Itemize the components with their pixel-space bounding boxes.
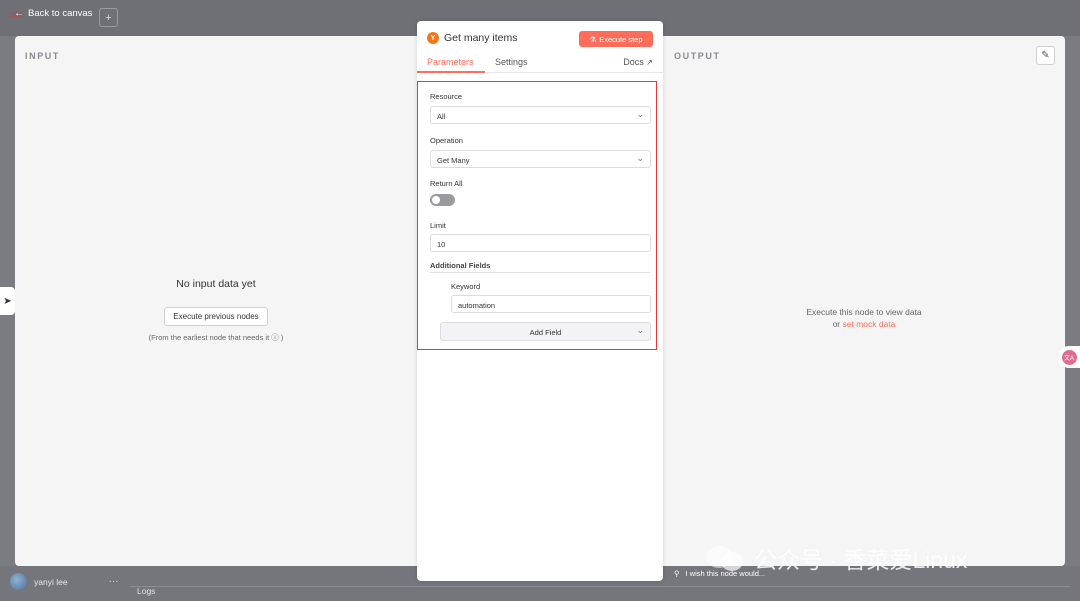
no-input-message: No input data yet bbox=[176, 278, 256, 290]
execute-step-button[interactable]: ⚗ Execute step bbox=[579, 31, 653, 47]
more-options-icon[interactable]: ··· bbox=[109, 576, 119, 587]
limit-value: 10 bbox=[437, 240, 446, 249]
output-empty-state: Execute this node to view data or set mo… bbox=[663, 306, 1065, 330]
output-panel-title: OUTPUT bbox=[674, 51, 721, 61]
input-empty-state: No input data yet Execute previous nodes… bbox=[15, 278, 417, 343]
cursor-side-tab[interactable]: ➤ bbox=[0, 287, 15, 315]
logs-divider bbox=[130, 586, 1070, 587]
chevron-down-icon: ⌄ bbox=[636, 325, 644, 335]
docs-link[interactable]: Docs ↗ bbox=[623, 57, 653, 67]
limit-label: Limit bbox=[430, 221, 446, 230]
lightbulb-icon: ⚲ bbox=[674, 569, 680, 578]
keyword-value: automation bbox=[458, 301, 496, 310]
user-menu[interactable]: yanyi lee ··· bbox=[10, 573, 119, 590]
add-field-button[interactable]: Add Field ⌄ bbox=[440, 322, 651, 341]
back-to-canvas-link[interactable]: ← Back to canvas bbox=[14, 8, 92, 19]
external-link-icon: ↗ bbox=[646, 58, 653, 67]
keyword-label: Keyword bbox=[451, 282, 481, 291]
translate-icon: 文A bbox=[1061, 349, 1077, 365]
resource-value: All bbox=[437, 112, 446, 121]
additional-fields-divider bbox=[430, 272, 650, 273]
user-name: yanyi lee bbox=[34, 576, 68, 587]
chevron-down-icon: ⌄ bbox=[636, 153, 644, 163]
node-settings-panel: Y Get many items ⚗ Execute step Paramete… bbox=[417, 21, 663, 581]
execute-previous-nodes-button[interactable]: Execute previous nodes bbox=[164, 307, 268, 326]
add-field-label: Add Field bbox=[529, 328, 562, 337]
output-panel: OUTPUT ✎ Execute this node to view data … bbox=[663, 36, 1065, 566]
operation-select[interactable]: Get Many ⌄ bbox=[430, 150, 651, 168]
watermark: 公众号 · 香菜爱Linux bbox=[706, 541, 967, 575]
resource-select[interactable]: All ⌄ bbox=[430, 106, 651, 124]
active-tab-indicator bbox=[417, 71, 485, 73]
parameters-form: Resource All ⌄ Operation Get Many ⌄ Retu… bbox=[417, 81, 657, 350]
operation-label: Operation bbox=[430, 136, 463, 145]
output-message: Execute this node to view data bbox=[806, 307, 922, 317]
input-panel: INPUT No input data yet Execute previous… bbox=[15, 36, 417, 566]
resource-label: Resource bbox=[430, 92, 463, 101]
additional-fields-label: Additional Fields bbox=[430, 261, 491, 270]
cursor-icon: ➤ bbox=[3, 295, 12, 307]
logs-label[interactable]: Logs bbox=[137, 586, 155, 596]
chevron-down-icon: ⌄ bbox=[636, 109, 644, 119]
avatar bbox=[10, 573, 27, 590]
return-all-toggle[interactable] bbox=[430, 194, 455, 206]
docs-label: Docs bbox=[623, 57, 644, 67]
input-panel-title: INPUT bbox=[25, 51, 60, 61]
tab-settings[interactable]: Settings bbox=[495, 57, 528, 67]
limit-input[interactable]: 10 bbox=[430, 234, 651, 252]
tab-parameters[interactable]: Parameters bbox=[427, 57, 474, 67]
back-to-canvas-label: Back to canvas bbox=[28, 8, 93, 19]
output-or-text: or bbox=[832, 319, 843, 329]
input-hint: (From the earliest node that needs it ⓘ … bbox=[148, 333, 284, 342]
wechat-logo-icon bbox=[706, 543, 746, 573]
translate-widget[interactable]: 文A bbox=[1058, 346, 1080, 368]
edit-output-button[interactable]: ✎ bbox=[1036, 46, 1055, 65]
add-button[interactable]: + bbox=[99, 8, 118, 27]
arrow-left-icon: ← bbox=[14, 8, 24, 19]
node-type-icon: Y bbox=[427, 32, 439, 44]
watermark-text: 公众号 · 香菜爱Linux bbox=[754, 547, 968, 573]
flask-icon: ⚗ bbox=[589, 34, 597, 44]
toggle-knob bbox=[432, 196, 440, 204]
return-all-label: Return All bbox=[430, 179, 463, 188]
keyword-input[interactable]: automation bbox=[451, 295, 651, 313]
execute-step-label: Execute step bbox=[599, 34, 643, 44]
pencil-icon: ✎ bbox=[1041, 50, 1050, 61]
set-mock-data-link[interactable]: set mock data bbox=[843, 319, 896, 329]
node-title[interactable]: Get many items bbox=[444, 32, 518, 44]
node-header: Y Get many items ⚗ Execute step bbox=[417, 21, 663, 53]
operation-value: Get Many bbox=[437, 156, 470, 165]
